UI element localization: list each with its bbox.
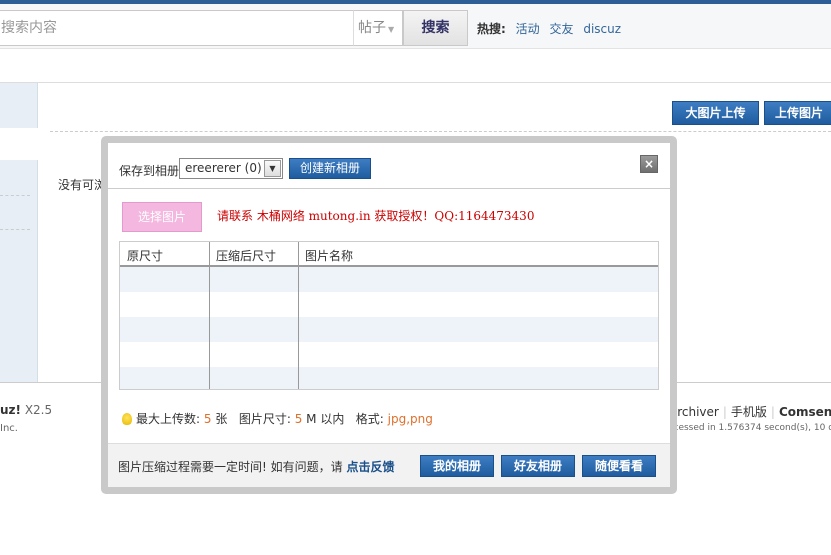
table-row bbox=[120, 267, 658, 292]
column-divider bbox=[298, 242, 299, 389]
max-upload-number: 5 bbox=[203, 412, 212, 426]
separator: | bbox=[770, 405, 775, 419]
dialog-footer: 图片压缩过程需要一定时间! 如有问题，请 点击反馈 我的相册 好友相册 随便看看 bbox=[108, 443, 670, 487]
hot-search: 热搜: 活动 交友 discuz bbox=[477, 20, 621, 37]
footer-link-mobile[interactable]: 手机版 bbox=[731, 405, 767, 419]
footer-notice: 图片压缩过程需要一定时间! 如有问题，请 点击反馈 bbox=[118, 458, 394, 475]
big-image-upload-button[interactable]: 大图片上传 bbox=[672, 101, 759, 125]
max-upload-unit: 张 bbox=[215, 412, 228, 426]
feedback-link[interactable]: 点击反馈 bbox=[346, 460, 394, 474]
browse-random-button[interactable]: 随便看看 bbox=[582, 455, 656, 477]
divider bbox=[0, 82, 831, 83]
divider bbox=[50, 131, 831, 132]
select-image-button[interactable]: 选择图片 bbox=[122, 202, 202, 232]
column-header-original-size: 原尺寸 bbox=[127, 249, 164, 263]
album-select-value: ereererer (0) bbox=[185, 161, 262, 175]
footer-powered: uz! X2.5 bbox=[0, 403, 52, 417]
search-type-select[interactable]: 帖子 ▼ bbox=[353, 10, 403, 46]
my-album-button[interactable]: 我的相册 bbox=[420, 455, 494, 477]
format-value: jpg,png bbox=[387, 412, 433, 426]
close-icon[interactable]: × bbox=[640, 155, 658, 173]
upload-image-button[interactable]: 上传图片 bbox=[764, 101, 831, 125]
search-input[interactable]: 搜索内容 bbox=[0, 10, 354, 46]
hot-link-discuz[interactable]: discuz bbox=[583, 22, 621, 36]
image-size-unit: M 以内 bbox=[306, 412, 345, 426]
column-divider bbox=[209, 242, 210, 389]
table-header: 原尺寸 压缩后尺寸 图片名称 bbox=[120, 242, 658, 267]
column-header-image-name: 图片名称 bbox=[305, 249, 354, 263]
lightbulb-icon bbox=[122, 413, 132, 425]
table-row bbox=[120, 292, 658, 317]
search-button[interactable]: 搜索 bbox=[403, 10, 468, 46]
create-album-button[interactable]: 创建新相册 bbox=[289, 158, 371, 179]
hot-link-friends[interactable]: 交友 bbox=[549, 22, 573, 36]
divider bbox=[0, 195, 30, 196]
table-row bbox=[120, 317, 658, 342]
left-panel-top bbox=[0, 83, 38, 128]
footer-link-comsenz[interactable]: Comsenz bbox=[779, 405, 831, 419]
compression-notice: 图片压缩过程需要一定时间! 如有问题，请 bbox=[118, 460, 343, 474]
footer-links: Archiver|手机版|Comsenz bbox=[669, 403, 831, 420]
upload-dialog: 保存到相册 ereererer (0) ▼ 创建新相册 × 选择图片 请联系 木… bbox=[108, 143, 670, 487]
footer-company: Inc. bbox=[0, 423, 18, 434]
table-row bbox=[120, 367, 658, 389]
chevron-down-icon[interactable]: ▼ bbox=[264, 160, 281, 177]
column-header-compressed-size: 压缩后尺寸 bbox=[216, 249, 277, 263]
table-row bbox=[120, 342, 658, 367]
format-label: 格式: bbox=[355, 412, 384, 426]
album-select[interactable]: ereererer (0) ▼ bbox=[179, 158, 283, 179]
dialog-header: 保存到相册 ereererer (0) ▼ 创建新相册 × bbox=[108, 143, 670, 189]
separator: | bbox=[722, 405, 727, 419]
search-bar: 搜索内容 帖子 ▼ 搜索 热搜: 活动 交友 discuz bbox=[0, 4, 831, 49]
empty-message: 没有可浏 bbox=[58, 178, 107, 192]
footer-processed: ocessed in 1.576374 second(s), 10 qu bbox=[668, 423, 831, 433]
chevron-down-icon: ▼ bbox=[388, 25, 395, 34]
hot-search-label: 热搜: bbox=[477, 22, 506, 36]
divider bbox=[0, 229, 30, 230]
left-panel bbox=[0, 160, 38, 382]
hot-link-activity[interactable]: 活动 bbox=[516, 22, 540, 36]
upload-info: 最大上传数: 5 张 图片尺寸: 5 M 以内 格式: jpg,png bbox=[122, 410, 433, 427]
search-type-label: 帖子 bbox=[358, 20, 386, 36]
footer-version: X2.5 bbox=[24, 403, 53, 417]
license-notice: 请联系 木桶网络 mutong.in 获取授权！QQ:1164473430 bbox=[217, 209, 535, 223]
max-upload-label: 最大上传数: bbox=[136, 412, 201, 426]
album-label: 保存到相册 bbox=[119, 164, 180, 178]
image-table: 原尺寸 压缩后尺寸 图片名称 bbox=[119, 241, 659, 390]
friends-album-button[interactable]: 好友相册 bbox=[501, 455, 575, 477]
footer-brand: uz! bbox=[0, 403, 21, 417]
image-size-label: 图片尺寸: bbox=[238, 412, 291, 426]
image-size-number: 5 bbox=[294, 412, 303, 426]
